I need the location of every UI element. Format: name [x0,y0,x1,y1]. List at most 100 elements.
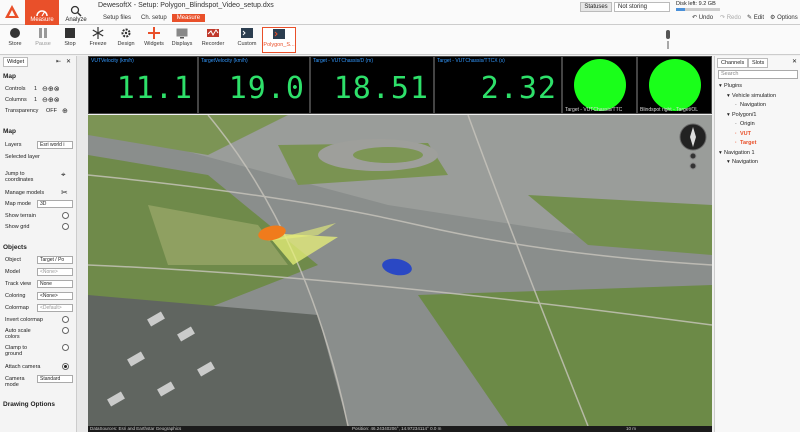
tab-setup-files[interactable]: Setup files [98,14,136,22]
controls-value[interactable]: 1 [34,86,37,92]
show-grid-label: Show grid [5,224,30,230]
channels-panel: Channels Slots ✕ Search ▾ Plugins ▾ Vehicle… [714,56,800,432]
show-terrain-toggle[interactable] [62,212,69,219]
edit-label: Edit [753,15,765,21]
meter-title: Target - VUTChassis/TTCX (s) [437,58,505,64]
invert-colormap-label: Invert colormap [5,317,43,323]
freeze-button[interactable]: Freeze [85,27,111,53]
track-view-label: Track view [5,281,32,287]
disk-left-indicator: Disk left: 9.2 GB [676,1,720,12]
options-label: Options [777,15,798,21]
recorder-label: Recorder [201,41,225,47]
channel-tree-item[interactable]: · Target [735,140,756,146]
aerial-map-image [88,115,712,426]
map2-section-header[interactable]: Map [3,128,16,135]
edit-button[interactable]: ✎ Edit [747,14,764,21]
widgets-button[interactable]: Widgets [141,27,167,53]
map-3d-view[interactable] [88,115,712,426]
microphone-icon[interactable] [664,29,672,51]
statuses-button[interactable]: Statuses [580,2,612,12]
tab-slots[interactable]: Slots [748,58,769,68]
custom-button[interactable]: Custom [234,27,260,53]
track-view-select[interactable]: None [37,280,73,288]
auto-scale-toggle[interactable] [62,327,69,334]
columns-label: Columns [5,97,27,103]
drawing-options-section-header[interactable]: Drawing Options [3,401,55,408]
polygon-screen-icon [273,29,285,39]
attach-camera-toggle[interactable] [62,363,69,370]
layers-row: Layers Esri world i [4,141,74,150]
lamp-blindspot[interactable]: Blindspot right - Target/OL [637,56,712,114]
nav-measure[interactable]: Measure [25,0,59,25]
displays-button[interactable]: Displays [169,27,195,53]
digital-meter-target-velocity[interactable]: TargetVelocity (km/h) 19.0 [198,56,310,114]
channel-tree-item[interactable]: · Origin [735,121,755,127]
design-button[interactable]: Design [113,27,139,53]
tab-measure[interactable]: Measure [171,14,206,22]
channel-tree-label: Vehicle simulation [732,92,777,99]
channel-tree-item[interactable]: · VUT [735,131,751,137]
channel-tree-item[interactable]: · Navigation [735,102,766,108]
digital-meter-ttc[interactable]: Target - VUTChassis/TTCX (s) 2.32 [434,56,562,114]
object-select[interactable]: Target / Po [37,256,73,264]
objects-section-header[interactable]: Objects [3,244,27,251]
tools-icon[interactable]: ✂ [61,188,68,197]
store-button[interactable]: Store [2,27,28,53]
options-button[interactable]: ⚙ Options [770,14,798,21]
lamp-ttc[interactable]: Target - VUTChassis/TTC [562,56,637,114]
map-mode-select[interactable]: 3D [37,200,73,208]
colormap-select[interactable]: <Default> [37,304,73,312]
channel-tree-item[interactable]: ▾ Navigation [727,159,758,165]
undo-button[interactable]: ↶ Undo [692,14,713,21]
coloring-select[interactable]: <None> [37,292,73,300]
map-mode-row: Map mode 3D [4,200,74,209]
map-scale: 10 m [626,426,637,431]
transparency-toggle[interactable]: OFF [46,108,57,114]
channel-tree-item[interactable]: ▾ Polygon/1 [727,112,756,118]
model-select[interactable]: <None> [37,268,73,276]
meter-title: Target - VUTChassis/D (m) [313,58,374,64]
columns-stepper[interactable]: ⊖⊕⊗ [42,96,60,104]
invert-colormap-toggle[interactable] [62,316,69,323]
pin-icon[interactable]: ⇤ [56,58,61,65]
navigation-compass-icon[interactable] [678,123,708,171]
camera-mode-select[interactable]: Standard [37,375,73,383]
recorder-button[interactable]: Recorder [200,27,226,53]
transparency-stepper[interactable]: ⊕ [62,107,68,115]
store-label: Store [8,41,22,47]
redo-label: Redo [726,15,742,21]
close-icon[interactable]: ✕ [66,58,71,65]
show-grid-toggle[interactable] [62,223,69,230]
crosshair-icon[interactable]: ⌖ [61,170,66,180]
channel-search-input[interactable]: Search [718,70,798,79]
channel-tree-label: Navigation [732,159,758,165]
camera-mode-label: Camera mode [5,376,25,388]
left-panel-scrollbar[interactable] [77,56,88,432]
close-icon[interactable]: ✕ [792,58,797,65]
edit-icon: ✎ [747,15,753,21]
map-section-header[interactable]: Map [3,73,16,80]
polygon-screen-label: Polygon_S... [263,42,295,48]
clamp-toggle[interactable] [62,344,69,351]
columns-value[interactable]: 1 [34,97,37,103]
polygon-screen-button[interactable]: Polygon_S... [262,27,296,53]
digital-meter-vut-velocity[interactable]: VUTVelocity (km/h) 11.1 [88,56,198,114]
tab-ch-setup[interactable]: Ch. setup [136,14,172,22]
auto-scale-label: Auto scale colors [5,328,31,340]
pause-button[interactable]: Pause [30,27,56,53]
pause-label: Pause [35,41,51,47]
channel-tree-item[interactable]: ▾ Navigation 1 [719,150,755,156]
controls-stepper[interactable]: ⊖⊕⊗ [42,85,60,93]
channel-tree-item[interactable]: ▾ Vehicle simulation [727,93,776,99]
tab-channels[interactable]: Channels [717,58,749,68]
tab-widget[interactable]: Widget [3,57,29,67]
nav-analyze[interactable]: Analyze [59,0,93,25]
channel-tree-item[interactable]: ▾ Plugins [719,83,742,89]
coloring-label: Coloring [5,293,26,299]
redo-button[interactable]: ↷ Redo [720,14,741,21]
layers-select[interactable]: Esri world i [37,141,73,149]
digital-meter-distance[interactable]: Target - VUTChassis/D (m) 18.51 [310,56,434,114]
invert-colormap-row: Invert colormap [4,316,74,325]
coloring-row: Coloring <None> [4,292,74,301]
stop-button[interactable]: Stop [57,27,83,53]
